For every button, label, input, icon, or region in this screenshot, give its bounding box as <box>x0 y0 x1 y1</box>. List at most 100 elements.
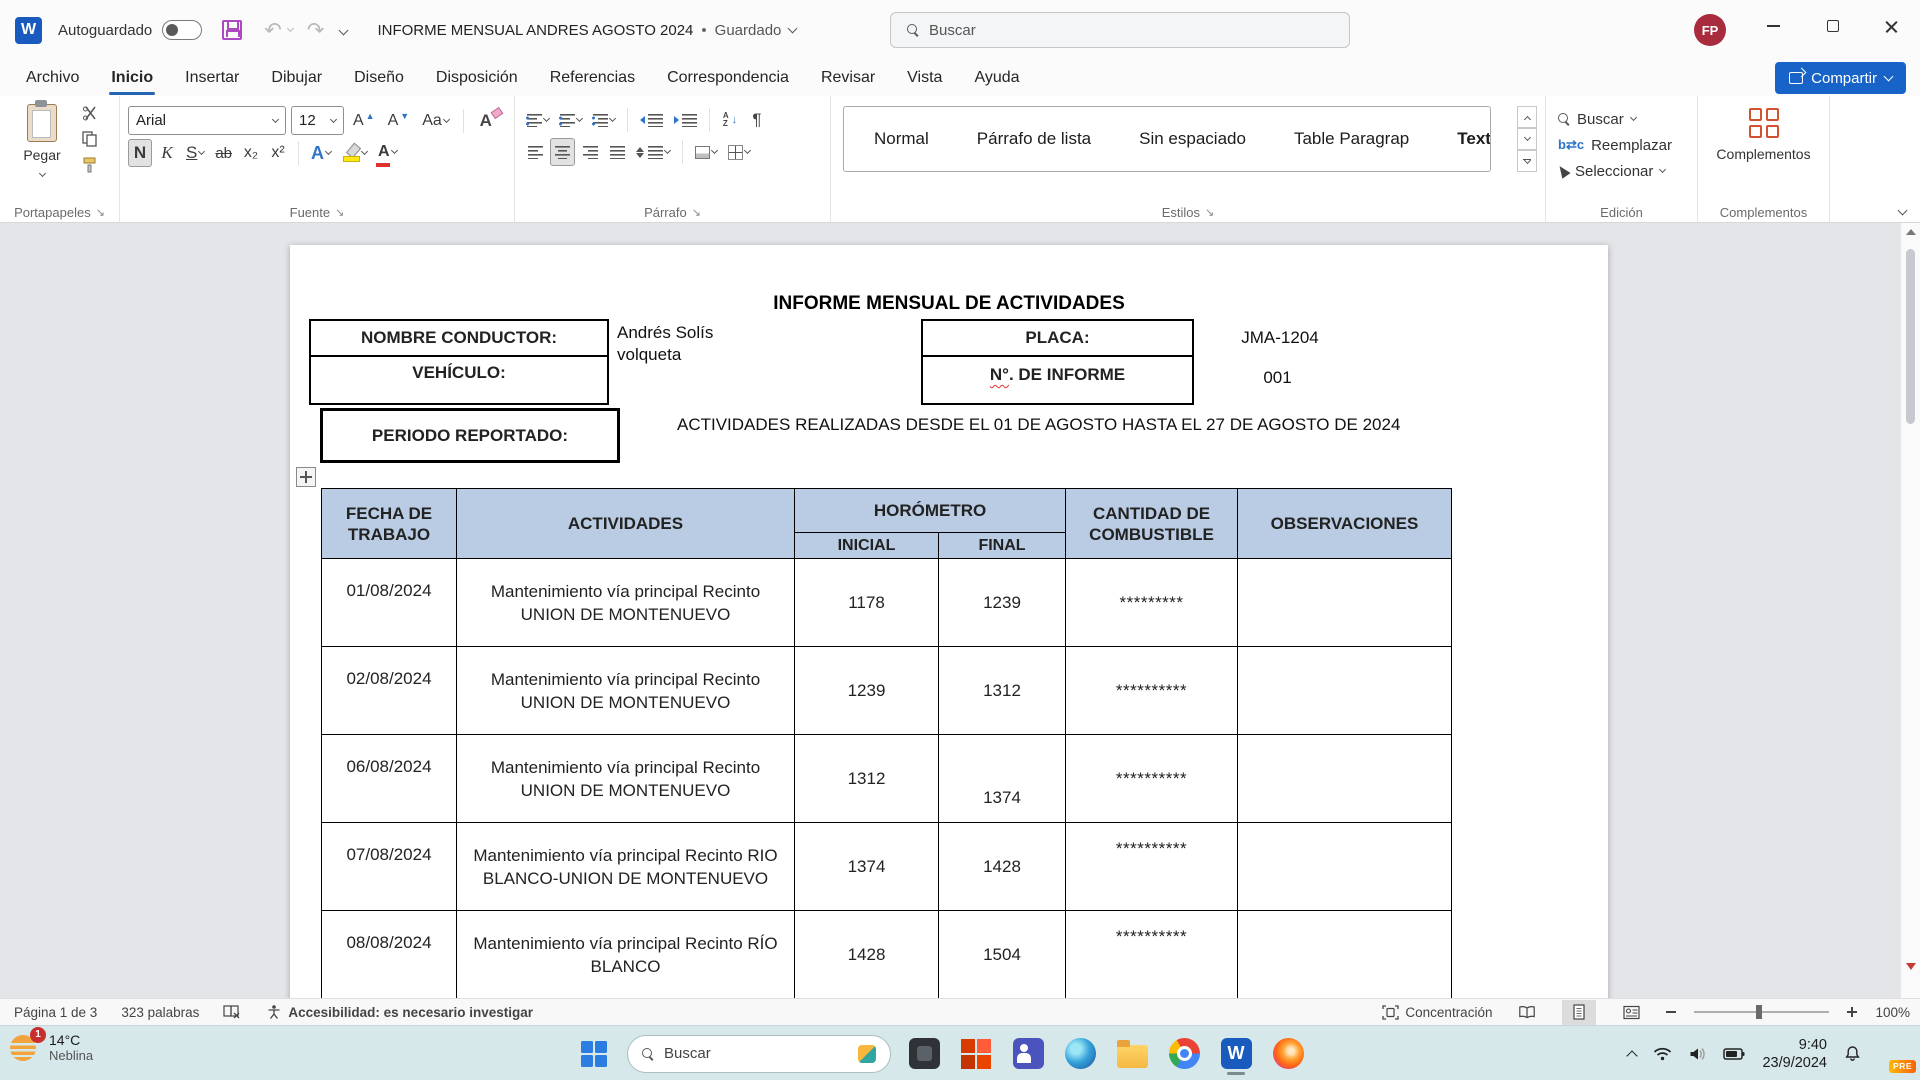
cell-initial[interactable]: 1374 <box>795 823 939 911</box>
proofing-icon[interactable] <box>223 1004 242 1020</box>
notifications-bell-icon[interactable] <box>1844 1045 1861 1062</box>
style-item[interactable]: Table Paragrap <box>1294 129 1409 149</box>
tab-revisar[interactable]: Revisar <box>807 63 889 93</box>
find-button[interactable]: Buscar <box>1546 106 1697 132</box>
font-color-button[interactable]: A <box>374 139 401 167</box>
zoom-in-icon[interactable] <box>1847 1007 1857 1017</box>
numbering-button[interactable] <box>556 106 586 134</box>
multilevel-list-button[interactable] <box>589 106 619 134</box>
taskbar-edge-icon[interactable] <box>1061 1031 1099 1077</box>
cell-fuel[interactable]: ********* <box>1066 559 1238 647</box>
undo-chevron-icon[interactable] <box>287 25 294 32</box>
tray-chevron-up-icon[interactable] <box>1628 1048 1636 1060</box>
format-painter-icon[interactable] <box>82 157 99 173</box>
report-no-value[interactable]: 001 <box>1195 357 1360 399</box>
addins-button[interactable]: Complementos <box>1716 108 1810 162</box>
tab-correspondencia[interactable]: Correspondencia <box>653 63 803 93</box>
taskbar-file-explorer-icon[interactable] <box>1113 1031 1151 1077</box>
cell-initial[interactable]: 1428 <box>795 911 939 999</box>
tab-referencias[interactable]: Referencias <box>536 63 649 93</box>
cut-icon[interactable] <box>82 106 99 121</box>
superscript-button[interactable]: x² <box>266 139 290 167</box>
zoom-slider-thumb[interactable] <box>1756 1005 1762 1019</box>
accessibility-status[interactable]: Accesibilidad: es necesario investigar <box>266 1004 533 1020</box>
cell-activity[interactable]: Mantenimiento vía principal Recinto RIO … <box>457 823 795 911</box>
table-move-handle-icon[interactable] <box>296 467 316 487</box>
cell-observations[interactable] <box>1238 911 1452 999</box>
tab-insertar[interactable]: Insertar <box>171 63 253 93</box>
taskbar-word-icon[interactable]: W <box>1217 1031 1255 1077</box>
shading-button[interactable] <box>691 138 721 166</box>
titlebar-search-box[interactable]: Buscar <box>890 12 1350 48</box>
taskbar-microsoft-365-icon[interactable] <box>957 1031 995 1077</box>
subscript-button[interactable]: x₂ <box>239 139 263 167</box>
autosave-toggle[interactable] <box>162 20 202 40</box>
conductor-value[interactable]: Andrés Solís volqueta <box>617 322 713 366</box>
cell-initial[interactable]: 1312 <box>795 735 939 823</box>
conductor-vehicle-table[interactable]: NOMBRE CONDUCTOR: VEHÍCULO: <box>309 319 609 405</box>
page-count[interactable]: Página 1 de 3 <box>14 1005 97 1020</box>
cell-date[interactable]: 06/08/2024 <box>322 735 457 823</box>
cell-fuel[interactable]: ********** <box>1066 911 1238 999</box>
taskbar-search-box[interactable]: Buscar <box>627 1035 891 1073</box>
text-effects-button[interactable]: A <box>307 139 335 167</box>
print-layout-button[interactable] <box>1562 1000 1596 1025</box>
strikethrough-button[interactable]: ab <box>211 139 236 167</box>
cell-initial[interactable]: 1178 <box>795 559 939 647</box>
word-count[interactable]: 323 palabras <box>121 1005 199 1020</box>
read-mode-button[interactable] <box>1510 1000 1544 1025</box>
focus-mode-button[interactable]: Concentración <box>1382 1005 1492 1020</box>
align-left-button[interactable] <box>523 138 547 166</box>
cell-activity[interactable]: Mantenimiento vía principal Recinto UNIO… <box>457 559 795 647</box>
cell-final[interactable]: 1428 <box>939 823 1066 911</box>
tab-ayuda[interactable]: Ayuda <box>960 63 1033 93</box>
report-no-label[interactable]: N°. DE INFORME <box>923 357 1192 401</box>
tab-archivo[interactable]: Archivo <box>12 63 93 93</box>
close-button[interactable] <box>1866 0 1916 52</box>
minimize-button[interactable] <box>1748 0 1798 52</box>
zoom-level[interactable]: 100% <box>1875 1005 1910 1020</box>
cell-activity[interactable]: Mantenimiento vía principal Recinto UNIO… <box>457 735 795 823</box>
volume-icon[interactable] <box>1689 1047 1706 1061</box>
document-title-area[interactable]: INFORME MENSUAL ANDRES AGOSTO 2024 • Gua… <box>377 22 796 39</box>
vehicle-label[interactable]: VEHÍCULO: <box>311 357 607 401</box>
taskbar-firefox-icon[interactable] <box>1269 1031 1307 1077</box>
cell-date[interactable]: 02/08/2024 <box>322 647 457 735</box>
sort-button[interactable]: AZ↓ <box>718 106 742 134</box>
plate-report-table[interactable]: PLACA: N°. DE INFORME <box>921 319 1194 405</box>
scrollbar-thumb[interactable] <box>1906 249 1915 424</box>
copy-icon[interactable] <box>82 131 99 147</box>
cell-date[interactable]: 01/08/2024 <box>322 559 457 647</box>
styles-scroll-down-icon[interactable] <box>1517 128 1537 150</box>
scroll-up-icon[interactable] <box>1906 229 1916 235</box>
shrink-font-button[interactable]: A▼ <box>384 107 414 135</box>
taskbar-photos-dark-icon[interactable] <box>905 1031 943 1077</box>
justify-button[interactable] <box>605 138 629 166</box>
style-item[interactable]: Texto indeper <box>1457 129 1491 149</box>
line-spacing-button[interactable] <box>632 138 674 166</box>
col-header-activities[interactable]: ACTIVIDADES <box>457 489 795 559</box>
cell-fuel[interactable]: ********** <box>1066 647 1238 735</box>
maximize-button[interactable] <box>1808 0 1858 52</box>
wifi-icon[interactable] <box>1653 1047 1672 1061</box>
style-item[interactable]: Párrafo de lista <box>977 129 1091 149</box>
italic-button[interactable]: K <box>155 139 179 167</box>
tab-vista[interactable]: Vista <box>893 63 956 93</box>
col-header-final[interactable]: FINAL <box>939 533 1066 559</box>
select-button[interactable]: Seleccionar <box>1546 158 1697 184</box>
cell-final[interactable]: 1504 <box>939 911 1066 999</box>
font-family-select[interactable]: Arial <box>128 106 286 135</box>
clock[interactable]: 9:40 23/9/2024 <box>1762 1036 1827 1072</box>
cell-date[interactable]: 07/08/2024 <box>322 823 457 911</box>
cell-observations[interactable] <box>1238 735 1452 823</box>
highlight-button[interactable] <box>338 139 371 167</box>
style-item[interactable]: Sin espaciado <box>1139 129 1246 149</box>
styles-gallery-more-icon[interactable] <box>1517 150 1537 172</box>
grow-font-button[interactable]: A▲ <box>349 107 379 135</box>
document-page[interactable]: INFORME MENSUAL DE ACTIVIDADES NOMBRE CO… <box>290 245 1608 998</box>
zoom-slider[interactable] <box>1694 1011 1829 1013</box>
save-icon[interactable] <box>222 20 242 40</box>
dialog-launcher-icon[interactable]: ↘ <box>692 206 701 219</box>
cell-observations[interactable] <box>1238 823 1452 911</box>
cell-date[interactable]: 08/08/2024 <box>322 911 457 999</box>
